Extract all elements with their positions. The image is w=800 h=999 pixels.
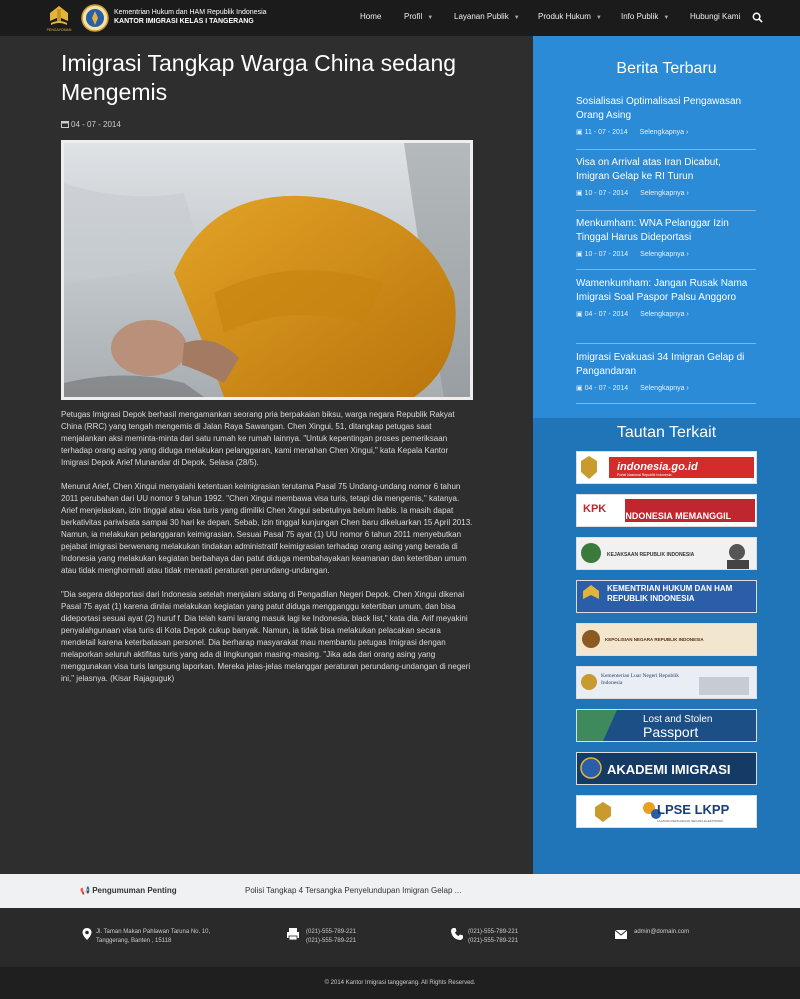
article-date: 04 - 07 - 2014 — [61, 120, 121, 129]
imigrasi-logo[interactable] — [80, 3, 110, 33]
svg-text:PENGAYOMAN: PENGAYOMAN — [47, 28, 72, 32]
news-meta: ▣ 11 - 07 - 2014 Selengkapnya › — [576, 129, 689, 136]
link-kemlu[interactable]: Kementerian Luar Negeri Republik Indones… — [576, 666, 757, 699]
banner-text: KEPOLISIAN NEGARA REPUBLIK INDONESIA — [605, 637, 704, 642]
nav-home[interactable]: Home — [360, 12, 381, 21]
announcement-ticker-text[interactable]: Polisi Tangkap 4 Tersangka Penyelundupan… — [245, 886, 461, 895]
search-icon[interactable] — [752, 12, 763, 23]
read-more-link[interactable]: Selengkapnya › — [640, 190, 689, 197]
chevron-down-icon: ▼ — [663, 15, 670, 21]
news-item[interactable]: Visa on Arrival atas Iran Dicabut, Imigr… — [576, 156, 756, 211]
link-akademi-imigrasi[interactable]: AKADEMI IMIGRASI — [576, 752, 757, 785]
phone-icon — [451, 928, 463, 940]
news-meta: ▣ 10 - 07 - 2014 Selengkapnya › — [576, 190, 689, 197]
footer-address: Jl. Taman Makan Pahlawan Taruna No. 10, … — [96, 929, 211, 944]
banner-text: indonesia.go.id — [617, 461, 698, 473]
banner-text: KPK — [583, 503, 606, 515]
news-headline[interactable]: Visa on Arrival atas Iran Dicabut, Imigr… — [576, 156, 756, 184]
top-navbar: PENGAYOMAN Kementrian Hukum dan HAM Repu… — [0, 0, 800, 36]
link-indonesia-go-id[interactable]: indonesia.go.id Portal Nasional Republik… — [576, 451, 757, 484]
calendar-icon: ▣ — [576, 311, 583, 318]
link-lpse-lkpp[interactable]: LPSE LKPP LAYANAN PENGADAAN SECARA ELEKT… — [576, 795, 757, 828]
chevron-down-icon: ▼ — [595, 15, 602, 21]
svg-text:INDONESIA MEMANGGIL: INDONESIA MEMANGGIL — [623, 511, 732, 521]
news-meta: ▣ 10 - 07 - 2014 Selengkapnya › — [576, 251, 689, 258]
pengayoman-logo[interactable]: PENGAYOMAN — [44, 3, 74, 33]
news-item[interactable]: Imigrasi Evakuasi 34 Imigran Gelap di Pa… — [576, 351, 756, 404]
news-item[interactable]: Menkumham: WNA Pelanggar Izin Tinggal Ha… — [576, 217, 756, 270]
news-item[interactable]: Sosialisasi Optimalisasi Pengawasan Oran… — [576, 95, 756, 150]
related-links-heading: Tautan Terkait — [616, 424, 717, 441]
news-meta: ▣ 04 - 07 - 2014 Selengkapnya › — [576, 385, 689, 392]
calendar-icon: ▣ — [576, 251, 583, 258]
fax-icon — [287, 928, 299, 941]
nav-hubungi-kami[interactable]: Hubungi Kami — [690, 12, 740, 21]
nav-profil[interactable]: Profil ▼ — [404, 12, 433, 21]
news-headline[interactable]: Wamenkumham: Jangan Rusak Nama Imigrasi … — [576, 277, 756, 305]
brand-line-1: Kementrian Hukum dan HAM Republik Indone… — [114, 9, 267, 16]
megaphone-icon: 📢 — [80, 886, 90, 895]
svg-text:LAYANAN PENGADAAN SECARA ELEKT: LAYANAN PENGADAAN SECARA ELEKTRONIK — [657, 819, 723, 823]
chevron-down-icon: ▼ — [427, 15, 434, 21]
calendar-icon: ▣ — [576, 190, 583, 197]
link-kpk[interactable]: KPK INDONESIA MEMANGGIL — [576, 494, 757, 527]
copyright-text: © 2014 Kantor Imigrasi tanggerang. All R… — [0, 967, 800, 999]
footer-email[interactable]: admin@domain.com — [634, 928, 689, 937]
chevron-down-icon: ▼ — [513, 15, 520, 21]
banner-text: AKADEMI IMIGRASI — [607, 762, 731, 777]
latest-news-heading: Berita Terbaru — [616, 60, 717, 77]
monk-kneeling-image — [64, 143, 470, 397]
read-more-link[interactable]: Selengkapnya › — [640, 311, 689, 318]
news-item[interactable]: Wamenkumham: Jangan Rusak Nama Imigrasi … — [576, 277, 756, 344]
envelope-icon — [614, 929, 628, 939]
link-polri[interactable]: KEPOLISIAN NEGARA REPUBLIK INDONESIA — [576, 623, 757, 656]
article-title: Imigrasi Tangkap Warga China sedang Meng… — [61, 50, 457, 105]
svg-text:Passport: Passport — [643, 724, 698, 740]
footer-fax: (021)-555-789-221 (021)-555-789-221 — [306, 929, 357, 944]
article-paragraph: Menurut Arief, Chen Xingui menyalahi ket… — [61, 482, 473, 575]
article-paragraph: "Dia segera dideportasi dari Indonesia s… — [61, 590, 471, 683]
announcement-bar: 📢 Pengumuman Penting Polisi Tangkap 4 Te… — [0, 874, 800, 908]
banner-text: Kementerian Luar Negeri Republik Indones… — [601, 673, 680, 686]
brand-line-2: KANTOR IMIGRASI KELAS I TANGERANG — [114, 18, 254, 25]
link-lost-stolen-passport[interactable]: Lost and Stolen Passport — [576, 709, 757, 742]
announcement-label: 📢 Pengumuman Penting — [80, 886, 177, 895]
calendar-icon: ▣ — [576, 385, 583, 392]
nav-layanan-publik[interactable]: Layanan Publik ▼ — [454, 12, 520, 21]
nav-produk-hukum[interactable]: Produk Hukum ▼ — [538, 12, 602, 21]
calendar-icon: ▣ — [576, 129, 583, 136]
brand-text: Kementrian Hukum dan HAM Republik Indone… — [114, 8, 267, 26]
footer-contacts: Jl. Taman Makan Pahlawan Taruna No. 10, … — [0, 908, 800, 967]
article-paragraph: Petugas Imigrasi Depok berhasil mengaman… — [61, 410, 455, 467]
map-marker-icon — [82, 928, 92, 940]
news-meta: ▣ 04 - 07 - 2014 Selengkapnya › — [576, 311, 689, 318]
banner-text: LPSE LKPP — [657, 802, 730, 817]
news-headline[interactable]: Sosialisasi Optimalisasi Pengawasan Oran… — [576, 95, 756, 123]
read-more-link[interactable]: Selengkapnya › — [640, 251, 689, 258]
link-kemenkumham[interactable]: KEMENTRIAN HUKUM DAN HAM REPUBLIK INDONE… — [576, 580, 757, 613]
news-headline[interactable]: Menkumham: WNA Pelanggar Izin Tinggal Ha… — [576, 217, 756, 245]
nav-info-publik[interactable]: Info Publik ▼ — [621, 12, 669, 21]
banner-text: KEMENTRIAN HUKUM DAN HAM REPUBLIK INDONE… — [607, 584, 733, 603]
read-more-link[interactable]: Selengkapnya › — [640, 385, 689, 392]
calendar-icon — [61, 121, 69, 128]
footer-phone: (021)-555-789-221 (021)-555-789-221 — [468, 929, 519, 944]
news-headline[interactable]: Imigrasi Evakuasi 34 Imigran Gelap di Pa… — [576, 351, 756, 379]
article-photo — [61, 140, 473, 400]
link-kejaksaan[interactable]: KEJAKSAAN REPUBLIK INDONESIA — [576, 537, 757, 570]
read-more-link[interactable]: Selengkapnya › — [640, 129, 689, 136]
article-body: Petugas Imigrasi Depok berhasil mengaman… — [61, 409, 476, 697]
svg-text:Portal Nasional Republik Indon: Portal Nasional Republik Indonesia — [617, 473, 672, 477]
banner-text: KEJAKSAAN REPUBLIK INDONESIA — [607, 552, 695, 558]
